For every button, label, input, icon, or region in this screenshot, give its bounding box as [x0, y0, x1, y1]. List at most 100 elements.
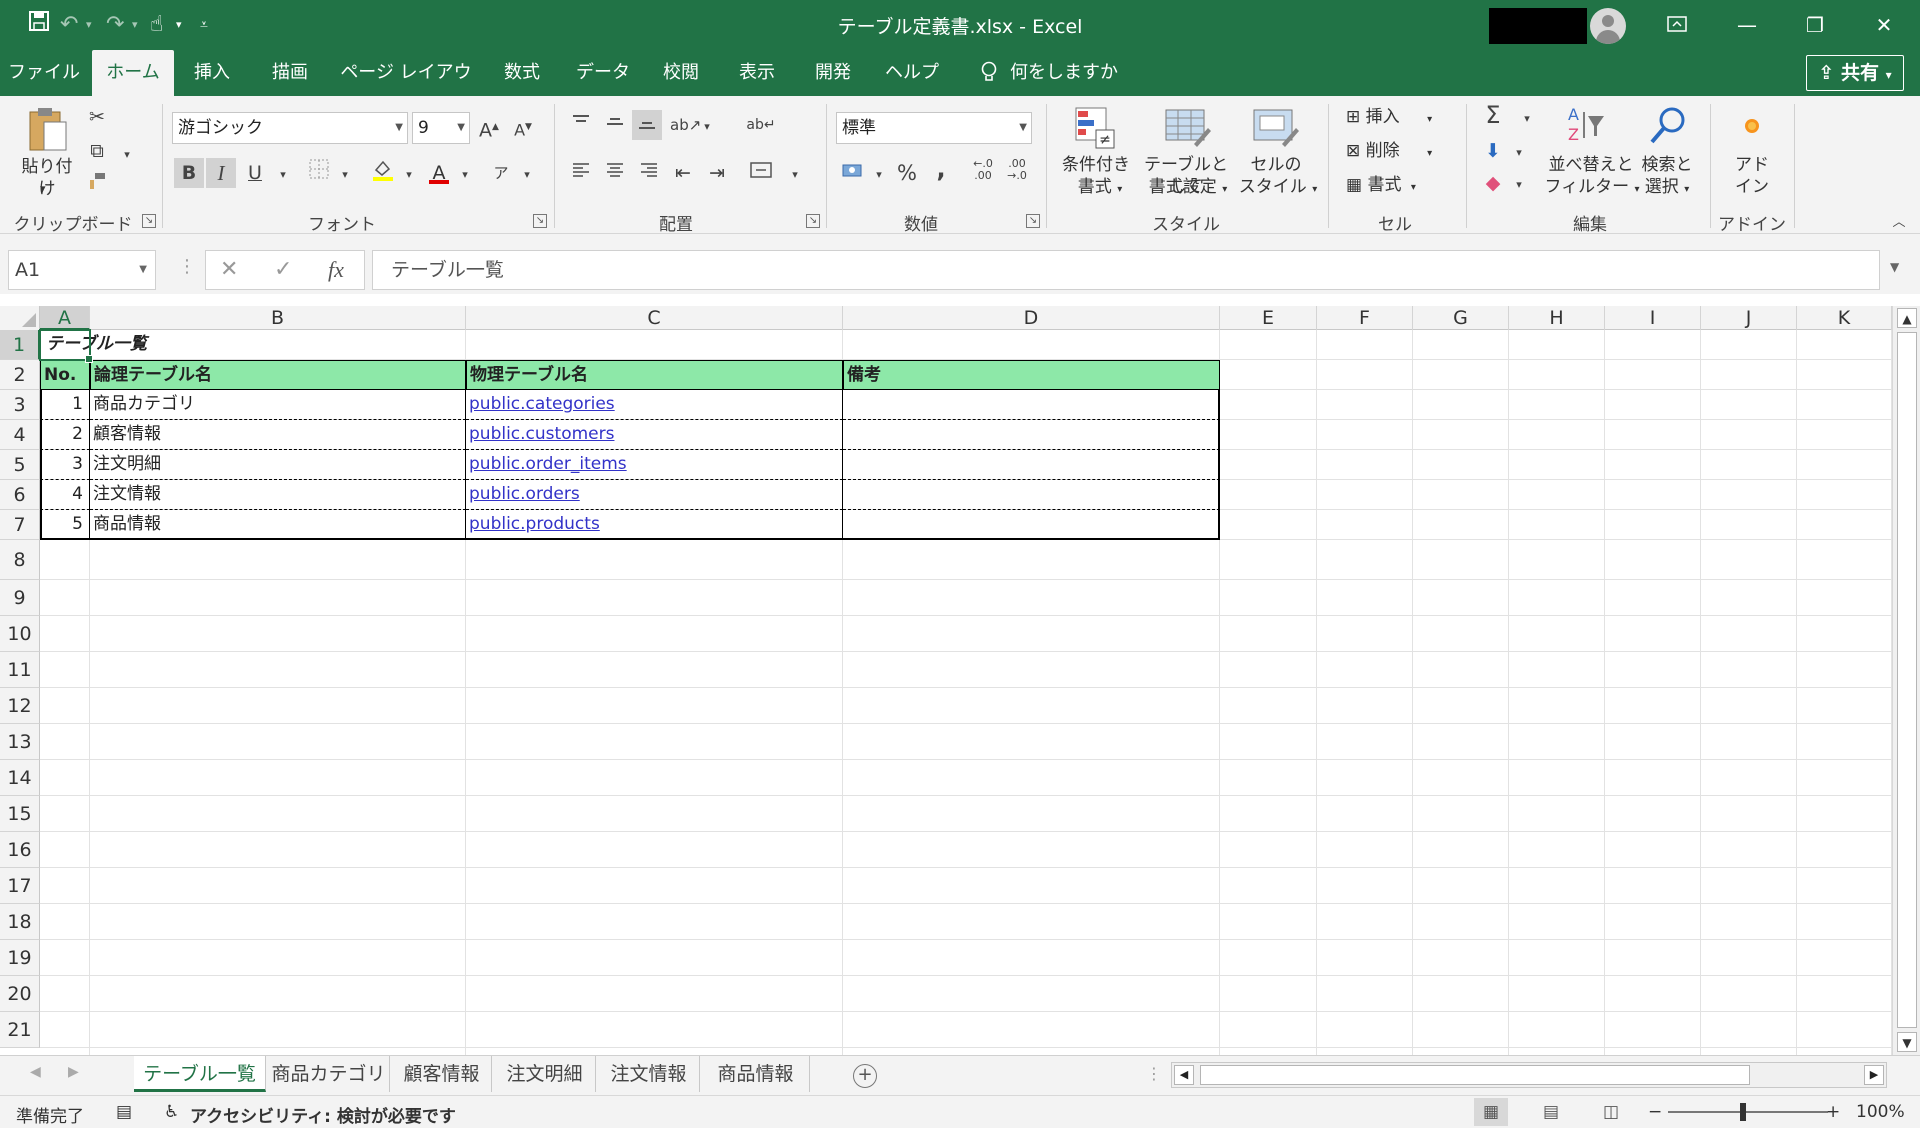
table-cell-no[interactable]: 1: [40, 390, 90, 420]
zoom-level[interactable]: 100%: [1856, 1102, 1905, 1122]
undo-icon[interactable]: ↶: [60, 10, 78, 40]
zoom-slider[interactable]: [1668, 1111, 1828, 1113]
normal-view-icon[interactable]: ▦: [1474, 1098, 1508, 1126]
table-cell-note[interactable]: [843, 510, 1220, 540]
sheet-tab-customers[interactable]: 顧客情報: [392, 1056, 492, 1092]
format-painter-icon[interactable]: [82, 170, 112, 200]
increase-indent-icon[interactable]: ⇥: [702, 158, 732, 188]
table-cell-no[interactable]: 5: [40, 510, 90, 540]
alignment-launcher-icon[interactable]: ↘: [806, 214, 820, 228]
column-header-k[interactable]: K: [1797, 306, 1892, 330]
select-all-corner[interactable]: [0, 306, 40, 330]
column-header-h[interactable]: H: [1509, 306, 1605, 330]
zoom-in-icon[interactable]: +: [1826, 1102, 1840, 1122]
table-header-logical[interactable]: 論理テーブル名: [90, 360, 466, 390]
table-cell-no[interactable]: 4: [40, 480, 90, 510]
column-header-b[interactable]: B: [90, 306, 466, 330]
percent-button[interactable]: %: [892, 158, 922, 188]
table-cell-logical[interactable]: 商品カテゴリ: [90, 390, 466, 420]
scroll-up-icon[interactable]: ▲: [1897, 308, 1917, 328]
macro-record-icon[interactable]: ▤: [116, 1102, 132, 1122]
font-size-combo[interactable]: 9 ▼: [412, 112, 470, 144]
increase-decimal-icon[interactable]: ←.0.00: [968, 158, 998, 188]
row-header-2[interactable]: 2: [0, 360, 40, 390]
sort-filter-label-2[interactable]: フィルター ▾: [1544, 176, 1640, 201]
vertical-scrollbar[interactable]: ▲ ▼: [1892, 306, 1920, 1055]
align-middle-icon[interactable]: [600, 110, 630, 140]
undo-dropdown-icon[interactable]: ▾: [86, 10, 92, 40]
clear-dropdown-icon[interactable]: ▾: [1504, 170, 1534, 200]
tell-me-search[interactable]: 何をしますか: [1010, 50, 1120, 96]
align-left-icon[interactable]: [566, 158, 596, 188]
touch-mode-icon[interactable]: ☝: [150, 10, 163, 40]
horizontal-scroll-thumb[interactable]: [1200, 1065, 1750, 1085]
customize-qat-icon[interactable]: ⩡: [200, 10, 208, 40]
tab-developer[interactable]: 開発: [802, 50, 864, 96]
font-launcher-icon[interactable]: ↘: [533, 214, 547, 228]
table-cell-logical[interactable]: 商品情報: [90, 510, 466, 540]
sheet-tab-table-list[interactable]: テーブル一覧: [134, 1056, 266, 1092]
scroll-right-icon[interactable]: ▶: [1864, 1065, 1884, 1085]
tab-view[interactable]: 表示: [726, 50, 788, 96]
number-format-combo[interactable]: 標準 ▼: [836, 112, 1032, 144]
row-header-4[interactable]: 4: [0, 420, 40, 450]
row-header-3[interactable]: 3: [0, 390, 40, 420]
prev-sheet-icon[interactable]: ◀: [30, 1064, 41, 1080]
table-cell-logical[interactable]: 顧客情報: [90, 420, 466, 450]
bold-button[interactable]: B: [174, 158, 204, 188]
align-bottom-icon[interactable]: [632, 110, 662, 140]
sort-filter-label-1[interactable]: 並べ替えと: [1546, 154, 1636, 176]
table-cell-physical[interactable]: public.categories: [466, 390, 843, 420]
formula-bar-grip-icon[interactable]: ⋮: [178, 256, 196, 277]
borders-dropdown-icon[interactable]: ▾: [330, 160, 360, 190]
tab-draw[interactable]: 描画: [258, 50, 322, 96]
row-header-6[interactable]: 6: [0, 480, 40, 510]
accounting-dropdown-icon[interactable]: ▾: [864, 160, 894, 190]
insert-function-icon[interactable]: fx: [328, 257, 344, 283]
column-header-a[interactable]: A: [40, 306, 90, 330]
autosum-dropdown-icon[interactable]: ▾: [1512, 104, 1542, 134]
cell-styles-label-2[interactable]: スタイル ▾: [1236, 176, 1320, 201]
decrease-indent-icon[interactable]: ⇤: [668, 158, 698, 188]
minimize-icon[interactable]: —: [1725, 6, 1769, 44]
merge-dropdown-icon[interactable]: ▾: [780, 160, 810, 190]
cell-styles-label-1[interactable]: セルの: [1236, 154, 1316, 176]
cell-styles-icon[interactable]: [1252, 106, 1300, 154]
tab-formulas[interactable]: 数式: [490, 50, 554, 96]
row-header-15[interactable]: 15: [0, 796, 40, 832]
tab-data[interactable]: データ: [570, 50, 636, 96]
table-cell-note[interactable]: [843, 390, 1220, 420]
conditional-formatting-icon[interactable]: ≠: [1074, 106, 1118, 154]
row-header-5[interactable]: 5: [0, 450, 40, 480]
find-select-label-1[interactable]: 検索と: [1632, 154, 1702, 176]
align-top-icon[interactable]: [566, 110, 596, 140]
align-right-icon[interactable]: [634, 158, 664, 188]
addins-icon[interactable]: [1742, 116, 1762, 140]
row-header-18[interactable]: 18: [0, 904, 40, 940]
accessibility-status[interactable]: アクセシビリティ: 検討が必要です: [190, 1102, 456, 1127]
account-name-redacted[interactable]: [1489, 8, 1587, 44]
table-header-no[interactable]: No.: [40, 360, 90, 390]
tab-insert[interactable]: 挿入: [180, 50, 244, 96]
sheet-tab-products[interactable]: 商品情報: [702, 1056, 810, 1092]
find-select-icon[interactable]: [1646, 104, 1690, 152]
table-header-note[interactable]: 備考: [843, 360, 1220, 390]
addins-label-1[interactable]: アド: [1732, 154, 1772, 176]
zoom-slider-thumb[interactable]: [1740, 1103, 1746, 1121]
vertical-scroll-thumb[interactable]: [1897, 332, 1917, 1028]
decrease-font-icon[interactable]: A▼: [508, 112, 538, 142]
merge-center-icon[interactable]: [746, 158, 776, 188]
expand-formula-bar-icon[interactable]: ▼: [1890, 260, 1899, 274]
column-header-i[interactable]: I: [1605, 306, 1701, 330]
table-cell-no[interactable]: 2: [40, 420, 90, 450]
column-header-g[interactable]: G: [1413, 306, 1509, 330]
table-cell-note[interactable]: [843, 480, 1220, 510]
column-header-e[interactable]: E: [1220, 306, 1317, 330]
table-cell-note[interactable]: [843, 420, 1220, 450]
row-header-1[interactable]: 1: [0, 330, 40, 360]
number-launcher-icon[interactable]: ↘: [1026, 214, 1040, 228]
orientation-dropdown-icon[interactable]: ▾: [692, 112, 722, 142]
scroll-down-icon[interactable]: ▼: [1897, 1032, 1917, 1052]
phonetic-dropdown-icon[interactable]: ▾: [512, 160, 542, 190]
italic-button[interactable]: I: [206, 158, 236, 188]
